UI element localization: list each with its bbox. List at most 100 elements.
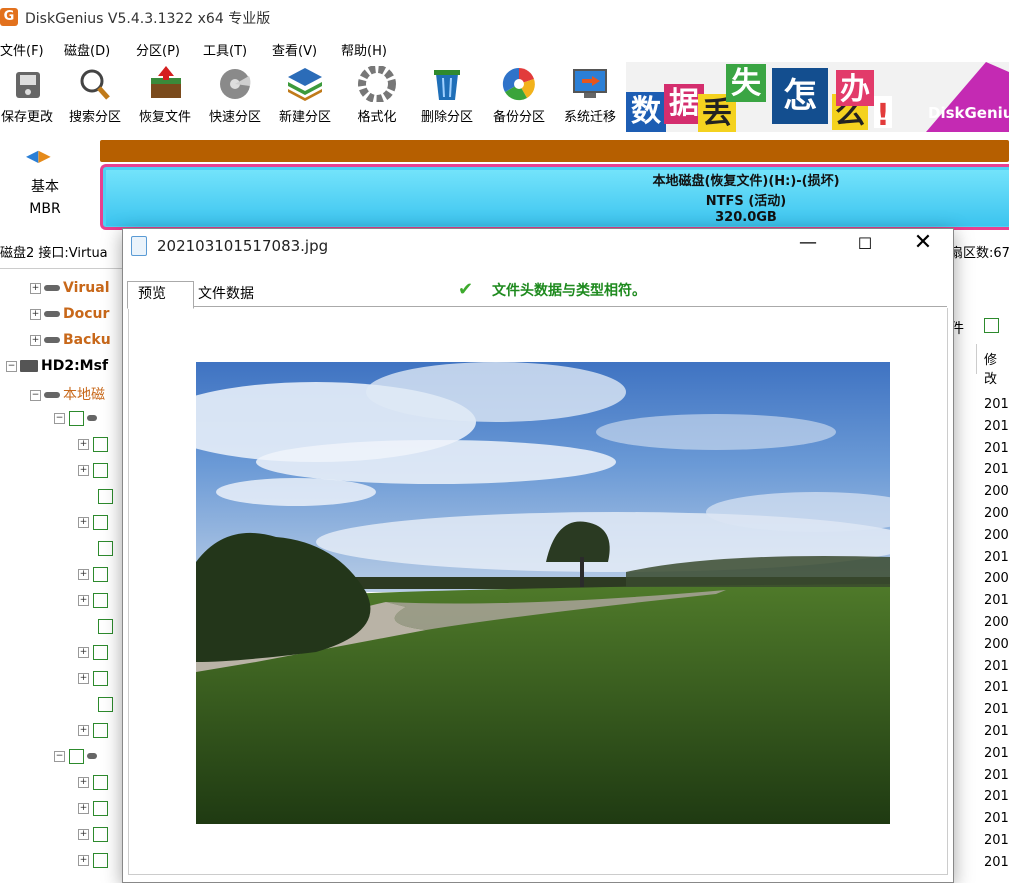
menu-tools[interactable]: 工具(T): [203, 40, 247, 59]
file-row-date[interactable]: 201: [984, 768, 1009, 783]
backup-partition-button[interactable]: 备份分区: [484, 64, 554, 130]
file-row-date[interactable]: 201: [984, 811, 1009, 826]
disk-bar[interactable]: [100, 140, 1009, 162]
format-button[interactable]: 格式化: [342, 64, 412, 130]
checkbox[interactable]: [93, 592, 109, 608]
menu-file[interactable]: 文件(F): [0, 40, 44, 59]
column-header-modified[interactable]: 修改: [984, 349, 1009, 387]
select-all-checkbox[interactable]: [984, 318, 999, 333]
chevron-right-icon[interactable]: ▶: [38, 146, 50, 165]
checkbox[interactable]: [93, 722, 109, 738]
tab-preview[interactable]: 预览: [127, 281, 194, 309]
file-row-date[interactable]: 200: [984, 484, 1009, 499]
file-row-date[interactable]: 201: [984, 593, 1009, 608]
checkbox[interactable]: [93, 514, 109, 530]
tree-folder[interactable]: +: [78, 722, 109, 744]
save-changes-button[interactable]: 保存更改: [0, 64, 62, 130]
tree-folder[interactable]: +: [78, 774, 109, 796]
checkbox[interactable]: [93, 462, 109, 478]
file-row-date[interactable]: 200: [984, 571, 1009, 586]
menu-help[interactable]: 帮助(H): [341, 40, 387, 59]
collapse-icon[interactable]: −: [54, 750, 65, 762]
tree-folder[interactable]: [98, 696, 113, 718]
file-row-date[interactable]: 201: [984, 550, 1009, 565]
file-row-date[interactable]: 201: [984, 680, 1009, 695]
expand-icon[interactable]: +: [30, 334, 41, 346]
checkbox[interactable]: [98, 696, 113, 712]
disk-nav-arrows[interactable]: ◀▶: [26, 146, 51, 165]
checkbox[interactable]: [69, 410, 85, 426]
delete-partition-button[interactable]: 删除分区: [412, 64, 482, 130]
checkbox[interactable]: [98, 618, 113, 634]
file-row-date[interactable]: 201: [984, 746, 1009, 761]
checkbox[interactable]: [93, 800, 109, 816]
minimize-button[interactable]: —: [798, 232, 818, 256]
tree-folder[interactable]: +: [78, 436, 109, 458]
file-row-date[interactable]: 201: [984, 855, 1009, 870]
expand-icon[interactable]: +: [78, 568, 89, 580]
search-partition-button[interactable]: 搜索分区: [60, 64, 130, 130]
tree-folder[interactable]: +: [78, 852, 109, 874]
expand-icon[interactable]: +: [78, 724, 89, 736]
expand-icon[interactable]: +: [30, 308, 41, 320]
promo-banner[interactable]: 数 据 丢 失 怎 么 办 ! DiskGenius: [626, 62, 1009, 132]
expand-icon[interactable]: +: [78, 776, 89, 788]
file-row-date[interactable]: 201: [984, 462, 1009, 477]
file-row-date[interactable]: 201: [984, 833, 1009, 848]
expand-icon[interactable]: +: [78, 802, 89, 814]
tree-folder[interactable]: [98, 540, 113, 562]
tree-folder[interactable]: +: [78, 826, 109, 848]
recover-files-button[interactable]: 恢复文件: [130, 64, 200, 130]
tree-folder[interactable]: +: [78, 566, 109, 588]
checkbox[interactable]: [93, 774, 109, 790]
file-row-date[interactable]: 201: [984, 441, 1009, 456]
expand-icon[interactable]: +: [78, 438, 89, 450]
checkbox[interactable]: [69, 748, 85, 764]
checkbox[interactable]: [93, 670, 109, 686]
tree-folder[interactable]: +: [78, 670, 109, 692]
file-row-date[interactable]: 200: [984, 506, 1009, 521]
close-button[interactable]: ✕: [912, 230, 934, 255]
tree-folder[interactable]: +: [78, 800, 109, 822]
tree-item-disk[interactable]: − HD2:Msf: [6, 358, 108, 380]
tree-folder[interactable]: +: [78, 592, 109, 614]
tree-folder[interactable]: [98, 488, 113, 510]
system-migrate-button[interactable]: 系统迁移: [555, 64, 625, 130]
tree-folder[interactable]: +: [78, 514, 109, 536]
file-row-date[interactable]: 200: [984, 615, 1009, 630]
tree-folder[interactable]: −: [54, 748, 100, 770]
expand-icon[interactable]: +: [78, 464, 89, 476]
file-row-date[interactable]: 200: [984, 528, 1009, 543]
checkbox[interactable]: [93, 852, 109, 868]
expand-icon[interactable]: +: [78, 672, 89, 684]
collapse-icon[interactable]: −: [30, 389, 41, 401]
checkbox[interactable]: [93, 644, 109, 660]
tab-file-data[interactable]: 文件数据: [188, 282, 268, 306]
file-row-date[interactable]: 201: [984, 659, 1009, 674]
menu-view[interactable]: 查看(V): [272, 40, 317, 59]
file-row-date[interactable]: 200: [984, 637, 1009, 652]
tree-item-partition[interactable]: − 本地磁: [30, 384, 105, 406]
quick-partition-button[interactable]: 快速分区: [200, 64, 270, 130]
collapse-icon[interactable]: −: [54, 412, 65, 424]
collapse-icon[interactable]: −: [6, 360, 17, 372]
expand-icon[interactable]: +: [78, 594, 89, 606]
chevron-left-icon[interactable]: ◀: [26, 146, 38, 165]
checkbox[interactable]: [93, 566, 109, 582]
tree-folder[interactable]: [98, 618, 113, 640]
file-row-date[interactable]: 201: [984, 724, 1009, 739]
expand-icon[interactable]: +: [30, 282, 41, 294]
tree-folder[interactable]: +: [78, 462, 109, 484]
file-row-date[interactable]: 201: [984, 789, 1009, 804]
file-row-date[interactable]: 201: [984, 702, 1009, 717]
checkbox[interactable]: [93, 826, 109, 842]
expand-icon[interactable]: +: [78, 646, 89, 658]
expand-icon[interactable]: +: [78, 854, 89, 866]
tree-item[interactable]: + Docur: [30, 306, 109, 328]
tree-folder[interactable]: +: [78, 644, 109, 666]
new-partition-button[interactable]: 新建分区: [270, 64, 340, 130]
menu-partition[interactable]: 分区(P): [136, 40, 180, 59]
file-row-date[interactable]: 201: [984, 419, 1009, 434]
file-row-date[interactable]: 201: [984, 397, 1009, 412]
checkbox[interactable]: [98, 540, 113, 556]
